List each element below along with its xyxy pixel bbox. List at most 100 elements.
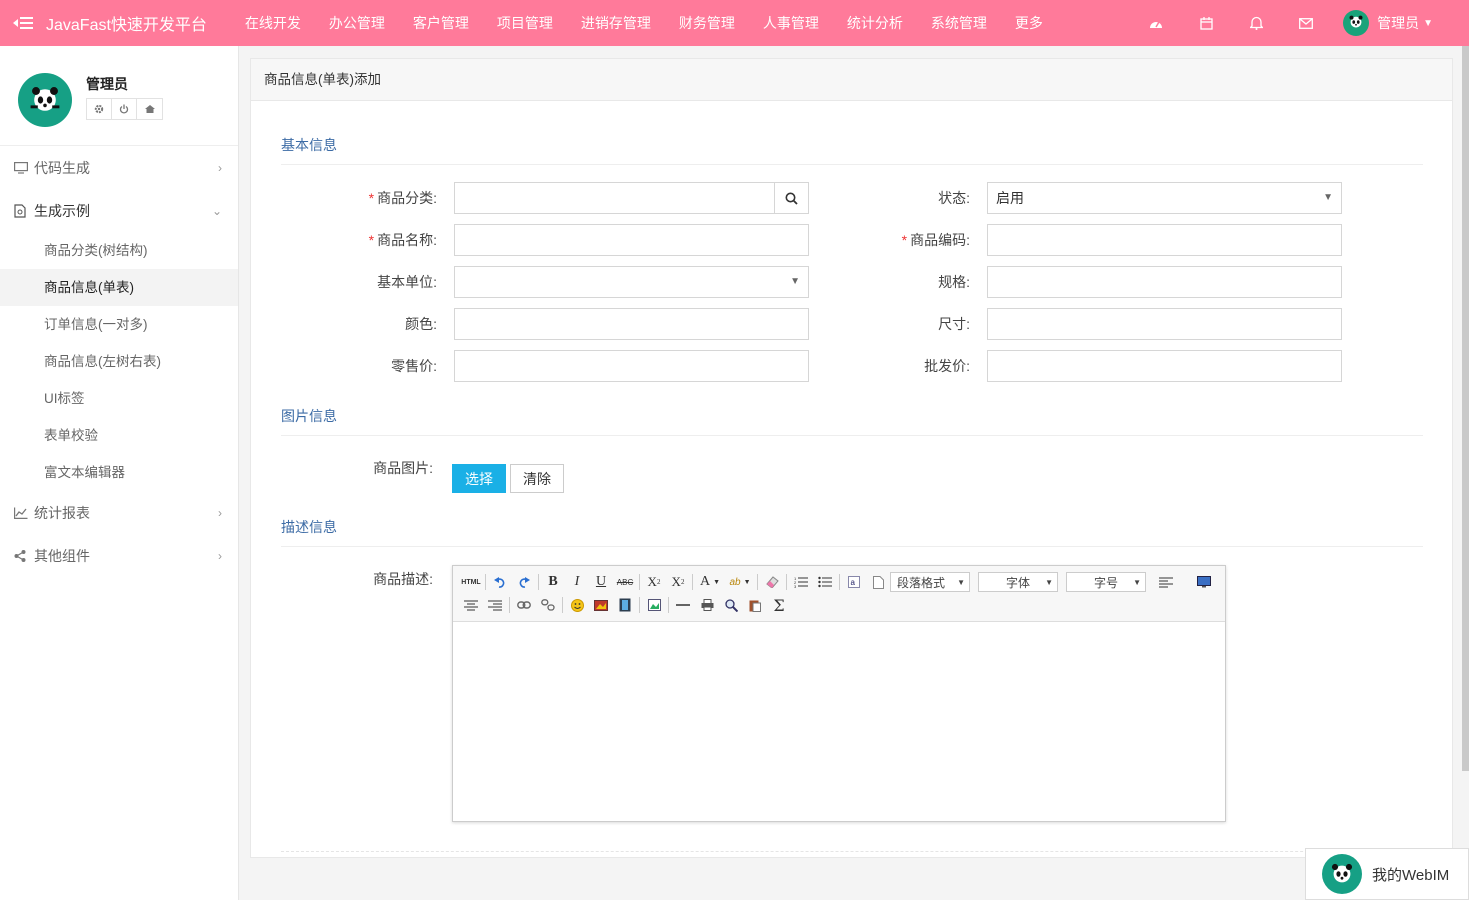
top-nav-online-dev[interactable]: 在线开发 [231,0,315,46]
sidebar-group-label: 生成示例 [34,202,90,219]
bold-button[interactable]: B [541,572,565,592]
sidebar-item-category-tree[interactable]: 商品分类(树结构) [0,232,238,269]
required-mark: * [901,232,908,248]
content-panel: 商品信息(单表)添加 基本信息 * 商品分类: 状态: 启用 ▼ * 商品名称: *… [250,58,1453,858]
link-button[interactable] [512,595,536,615]
chevron-right-icon: › [218,548,222,563]
editor-content-area[interactable] [453,622,1225,821]
sidebar-item-product-tree-table[interactable]: 商品信息(左树右表) [0,343,238,380]
sidebar-item-rich-editor[interactable]: 富文本编辑器 [0,454,238,491]
sidebar-group-examples[interactable]: 生成示例 ⌄ [0,189,238,232]
top-nav-hr[interactable]: 人事管理 [749,0,833,46]
sidebar-item-form-validation[interactable]: 表单校验 [0,417,238,454]
top-nav-customer[interactable]: 客户管理 [399,0,483,46]
sidebar-item-order-one-to-many[interactable]: 订单信息(一对多) [0,306,238,343]
dashboard-button[interactable] [1131,0,1181,46]
name-input[interactable] [454,224,809,256]
size-input[interactable] [987,308,1342,340]
mail-button[interactable] [1281,0,1331,46]
code-label: * 商品编码: [901,232,970,248]
toolbar-separator [839,574,840,590]
fullscreen-button[interactable] [1192,572,1216,592]
italic-button[interactable]: I [565,572,589,592]
font-color-button[interactable]: A ▼ [695,572,725,592]
video-button[interactable] [613,595,637,615]
superscript-button[interactable]: X2 [642,572,666,592]
emoji-button[interactable] [565,595,589,615]
choose-image-button[interactable]: 选择 [452,464,506,493]
notification-button[interactable] [1231,0,1281,46]
chart-icon [14,507,30,519]
undo-button[interactable] [488,572,512,592]
font-size-select[interactable]: 字号 ▼ [1066,572,1146,592]
retail-price-input[interactable] [454,350,809,382]
eraser-button[interactable] [760,572,784,592]
home-button[interactable] [137,99,162,119]
mail-icon [1299,17,1314,29]
category-label: * 商品分类: [368,190,437,206]
underline-button[interactable]: U [589,572,613,592]
unordered-list-button[interactable] [813,572,837,592]
webim-launcher[interactable]: 我的WebIM [1305,848,1469,900]
toolbar-separator [509,597,510,613]
align-left-button[interactable] [1154,572,1178,592]
strikethrough-button[interactable]: ABC [613,572,637,592]
align-right-button[interactable] [483,595,507,615]
gallery-button[interactable] [642,595,666,615]
redo-button[interactable] [512,572,536,592]
page-break-button[interactable] [866,572,890,592]
calendar-button[interactable] [1181,0,1231,46]
toolbar-separator [757,574,758,590]
color-input[interactable] [454,308,809,340]
dashboard-icon [1150,21,1163,28]
top-nav-office[interactable]: 办公管理 [315,0,399,46]
subscript-button[interactable]: X2 [666,572,690,592]
print-button[interactable] [695,595,719,615]
top-nav-inventory[interactable]: 进销存管理 [567,0,665,46]
formula-button[interactable]: Σ [767,595,791,615]
font-family-select[interactable]: 字体 ▼ [978,572,1058,592]
toolbar-separator [668,597,669,613]
sidebar-item-ui-tags[interactable]: UI标签 [0,380,238,417]
anchor-button[interactable]: a [842,572,866,592]
horizontal-rule-button[interactable] [671,595,695,615]
align-center-button[interactable] [459,595,483,615]
sidebar-item-product-single[interactable]: 商品信息(单表) [0,269,238,306]
top-nav-stats[interactable]: 统计分析 [833,0,917,46]
wholesale-price-input[interactable] [987,350,1342,382]
sidebar-group-reports[interactable]: 统计报表 › [0,491,238,534]
svg-text:3: 3 [794,584,797,588]
settings-button[interactable] [87,99,112,119]
top-nav: 在线开发 办公管理 客户管理 项目管理 进销存管理 财务管理 人事管理 统计分析… [231,0,1057,46]
user-menu[interactable]: 管理员 ▼ [1331,0,1469,46]
page-scrollbar[interactable] [1462,46,1469,771]
status-select[interactable]: 启用 ▼ [987,182,1342,214]
category-field[interactable] [454,182,809,214]
top-nav-project[interactable]: 项目管理 [483,0,567,46]
top-nav-finance[interactable]: 财务管理 [665,0,749,46]
top-nav-more[interactable]: 更多 [1001,0,1057,46]
paragraph-format-select[interactable]: 段落格式 ▼ [890,572,970,592]
logout-button[interactable] [112,99,137,119]
unit-select[interactable]: ▼ [454,266,809,298]
sidebar-group-components[interactable]: 其他组件 › [0,534,238,577]
monitor-icon [14,161,30,174]
ordered-list-button[interactable]: 123 [789,572,813,592]
code-input[interactable] [987,224,1342,256]
paste-button[interactable] [743,595,767,615]
clear-image-button[interactable]: 清除 [510,464,564,493]
highlight-button[interactable]: ab ▼ [725,572,755,592]
spec-input[interactable] [987,266,1342,298]
page-title: 商品信息(单表)添加 [251,59,1452,101]
html-source-button[interactable]: HTML [459,572,483,592]
align-center-icon [464,600,478,610]
align-left-icon [1159,577,1173,587]
unlink-button[interactable] [536,595,560,615]
user-panel: 管理员 [0,46,238,146]
page-icon [872,575,884,589]
preview-button[interactable] [719,595,743,615]
sidebar-group-codegen[interactable]: 代码生成 › [0,146,238,189]
top-nav-system[interactable]: 系统管理 [917,0,1001,46]
sidebar-toggle-button[interactable] [0,0,46,46]
image-button[interactable] [589,595,613,615]
